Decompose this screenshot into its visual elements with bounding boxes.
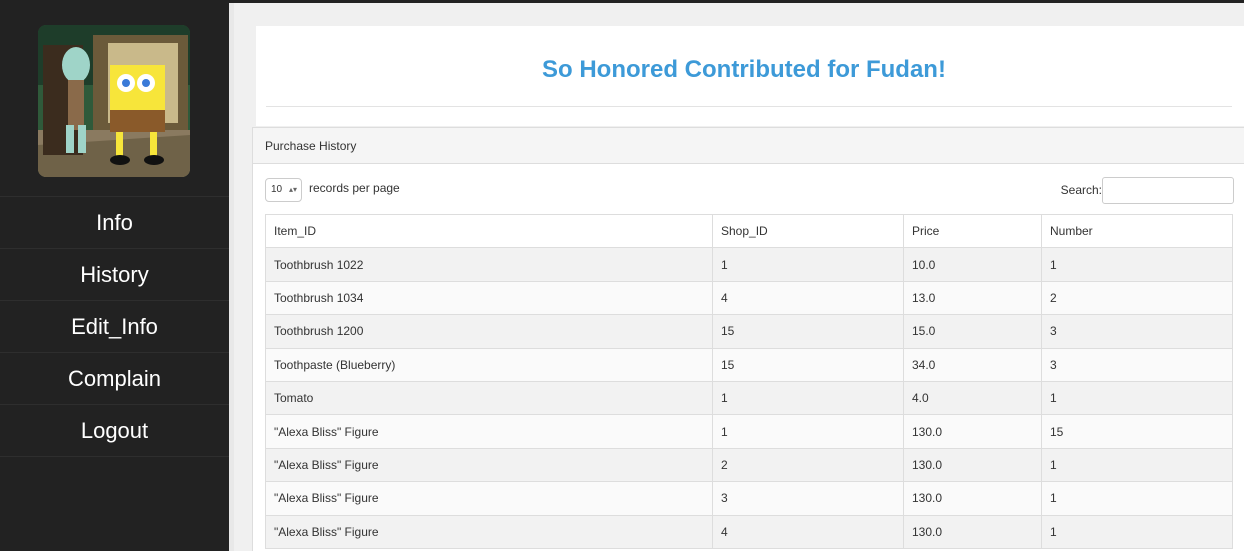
cell-number: 15	[1041, 414, 1233, 449]
panel-heading: Purchase History	[253, 128, 1244, 164]
sidebar-item-edit-info[interactable]: Edit_Info	[0, 301, 229, 353]
cell-shop-id: 1	[712, 247, 904, 282]
select-arrows-icon: ▴▾	[288, 185, 297, 194]
cell-shop-id: 15	[712, 314, 904, 349]
table-row: "Alexa Bliss" Figure 4 130.0 1	[265, 514, 1233, 549]
sidebar-nav: Info History Edit_Info Complain Logout	[0, 196, 229, 457]
column-header-item-id[interactable]: Item_ID	[265, 213, 713, 249]
cell-price: 130.0	[903, 481, 1042, 516]
table-row: Toothbrush 1022 1 10.0 1	[265, 247, 1233, 282]
table-controls: 10 ▴▾ records per page Search:	[253, 164, 1244, 212]
cell-number: 1	[1041, 514, 1233, 549]
cell-number: 1	[1041, 247, 1233, 282]
table-row: Tomato 1 4.0 1	[265, 380, 1233, 416]
cell-price: 130.0	[903, 414, 1042, 449]
search-label: Search:	[1060, 183, 1102, 197]
records-per-page-select[interactable]: 10 ▴▾	[265, 178, 302, 202]
cell-shop-id: 2	[712, 447, 904, 483]
cell-number: 2	[1041, 280, 1233, 316]
cell-item-id: Toothpaste (Blueberry)	[265, 347, 713, 382]
avatar	[38, 25, 190, 177]
cell-item-id: "Alexa Bliss" Figure	[265, 414, 713, 449]
table-row: Toothpaste (Blueberry) 15 34.0 3	[265, 347, 1233, 382]
cell-item-id: Tomato	[265, 380, 713, 416]
cell-item-id: "Alexa Bliss" Figure	[265, 481, 713, 516]
cell-item-id: Toothbrush 1200	[265, 314, 713, 349]
column-header-number[interactable]: Number	[1041, 213, 1233, 249]
sidebar: Info History Edit_Info Complain Logout	[0, 3, 229, 551]
cell-number: 3	[1041, 347, 1233, 382]
cell-shop-id: 3	[712, 481, 904, 516]
cell-price: 4.0	[903, 380, 1042, 416]
cell-price: 10.0	[903, 247, 1042, 282]
column-header-shop-id[interactable]: Shop_ID	[712, 213, 904, 249]
purchase-history-panel: Purchase History 10 ▴▾ records per page …	[252, 127, 1244, 551]
cell-item-id: "Alexa Bliss" Figure	[265, 447, 713, 483]
search-input[interactable]	[1102, 177, 1234, 204]
records-per-page-value: 10	[271, 184, 283, 195]
purchase-history-table: Item_ID Shop_ID Price Number Toothbrush …	[265, 213, 1233, 549]
cell-price: 130.0	[903, 514, 1042, 549]
cell-shop-id: 1	[712, 380, 904, 416]
sidebar-item-info[interactable]: Info	[0, 197, 229, 249]
cell-price: 15.0	[903, 314, 1042, 349]
sidebar-divider	[229, 3, 234, 551]
cell-item-id: "Alexa Bliss" Figure	[265, 514, 713, 549]
table-header-row: Item_ID Shop_ID Price Number	[265, 213, 1233, 249]
cell-price: 34.0	[903, 347, 1042, 382]
page-title: So Honored Contributed for Fudan!	[542, 56, 946, 83]
table-row: Toothbrush 1034 4 13.0 2	[265, 280, 1233, 316]
cell-price: 130.0	[903, 447, 1042, 483]
table-row: "Alexa Bliss" Figure 2 130.0 1	[265, 447, 1233, 483]
cell-price: 13.0	[903, 280, 1042, 316]
cell-item-id: Toothbrush 1022	[265, 247, 713, 282]
records-per-page-label: records per page	[309, 181, 400, 195]
cell-number: 3	[1041, 314, 1233, 349]
cell-number: 1	[1041, 481, 1233, 516]
cell-shop-id: 4	[712, 514, 904, 549]
avatar-image	[38, 25, 190, 177]
cell-shop-id: 15	[712, 347, 904, 382]
table-row: "Alexa Bliss" Figure 3 130.0 1	[265, 481, 1233, 516]
cell-shop-id: 4	[712, 280, 904, 316]
sidebar-item-complain[interactable]: Complain	[0, 353, 229, 405]
cell-shop-id: 1	[712, 414, 904, 449]
cell-number: 1	[1041, 380, 1233, 416]
sidebar-item-logout[interactable]: Logout	[0, 405, 229, 457]
sidebar-item-history[interactable]: History	[0, 249, 229, 301]
title-divider	[266, 106, 1232, 107]
cell-number: 1	[1041, 447, 1233, 483]
column-header-price[interactable]: Price	[903, 213, 1042, 249]
cell-item-id: Toothbrush 1034	[265, 280, 713, 316]
jumbotron: So Honored Contributed for Fudan!	[256, 26, 1244, 126]
table-row: "Alexa Bliss" Figure 1 130.0 15	[265, 414, 1233, 449]
table-row: Toothbrush 1200 15 15.0 3	[265, 314, 1233, 349]
